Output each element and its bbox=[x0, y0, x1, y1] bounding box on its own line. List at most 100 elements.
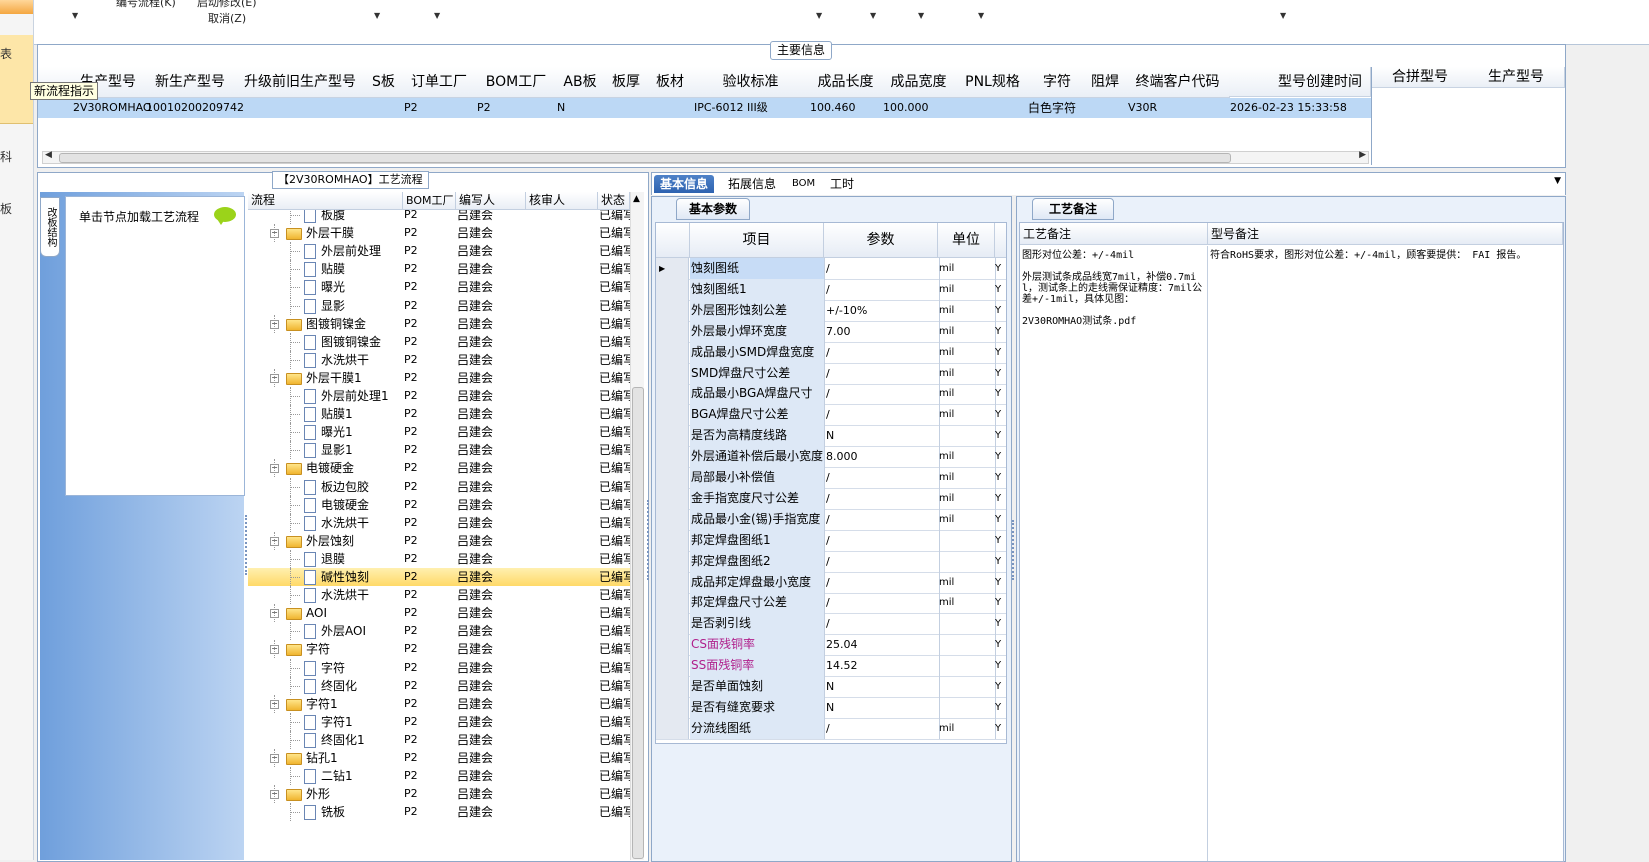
row-selector-icon[interactable] bbox=[656, 634, 689, 656]
structure-side-tab[interactable]: 改板结构 bbox=[40, 197, 60, 257]
cell-customer-code[interactable]: V30R bbox=[1128, 98, 1157, 118]
param-value[interactable]: N bbox=[824, 696, 940, 718]
tree-row[interactable]: 贴膜 P2 吕建会 已编写 bbox=[248, 260, 630, 279]
row-selector-icon[interactable] bbox=[656, 487, 689, 509]
model-note-text[interactable]: 符合RoHS要求，图形对位公差：+/-4mil，顾客要提供： FAI 报告。 bbox=[1208, 246, 1563, 861]
tree-row[interactable]: − 字符1 P2 吕建会 已编写 bbox=[248, 694, 630, 713]
tree-row[interactable]: − 电镀硬金 P2 吕建会 已编写 bbox=[248, 459, 630, 478]
col-header[interactable]: 字符 bbox=[1030, 67, 1085, 98]
row-selector-icon[interactable] bbox=[656, 299, 689, 321]
tree-row[interactable]: 终固化 P2 吕建会 已编写 bbox=[248, 676, 630, 695]
dropdown-arrow-icon[interactable]: ▼ bbox=[816, 11, 822, 20]
tree-row[interactable]: 字符1 P2 吕建会 已编写 bbox=[248, 712, 630, 731]
col-header[interactable]: 单位 bbox=[938, 223, 995, 258]
tree-row[interactable]: 外层前处理 P2 吕建会 已编写 bbox=[248, 242, 630, 261]
col-header[interactable]: 型号备注 bbox=[1208, 223, 1563, 245]
param-value[interactable]: N bbox=[824, 425, 940, 447]
tree-row[interactable]: 二钻1 P2 吕建会 已编写 bbox=[248, 767, 630, 786]
param-row[interactable]: 分流线图纸 / mil Y bbox=[656, 717, 1006, 740]
col-header[interactable]: 订单工厂 bbox=[402, 67, 477, 98]
col-header[interactable]: PNL规格 bbox=[955, 67, 1031, 98]
row-selector-icon[interactable] bbox=[656, 676, 689, 697]
param-row[interactable]: 邦定焊盘图纸2/ Y bbox=[656, 550, 1006, 573]
col-header[interactable]: 项目 bbox=[690, 223, 824, 258]
param-row[interactable]: CS面残铜率 25.04 Y bbox=[656, 634, 1006, 657]
param-row[interactable]: ▶ 蚀刻图纸 / mil Y bbox=[656, 258, 1006, 280]
menu-start-modify[interactable]: 启动修改(E) bbox=[197, 0, 257, 10]
col-header[interactable]: 编写人 bbox=[456, 192, 526, 209]
cell-char[interactable]: 白色字符 bbox=[1028, 98, 1076, 118]
basic-params-title[interactable]: 基本参数 bbox=[676, 198, 750, 220]
param-row[interactable]: 蚀刻图纸1/mil Y bbox=[656, 278, 1006, 301]
param-value[interactable]: / bbox=[824, 341, 940, 363]
param-value[interactable]: N bbox=[824, 676, 940, 697]
param-row[interactable]: 是否有缝宽要求 N Y bbox=[656, 696, 1006, 719]
param-row[interactable]: 是否为高精度线路 N Y bbox=[656, 425, 1006, 448]
col-header[interactable]: 流程 bbox=[248, 192, 403, 209]
scroll-thumb[interactable] bbox=[59, 153, 1231, 163]
tree-row[interactable]: 终固化1 P2 吕建会 已编写 bbox=[248, 730, 630, 749]
row-selector-icon[interactable] bbox=[656, 613, 689, 635]
row-selector-icon[interactable] bbox=[656, 529, 689, 551]
param-row[interactable]: 邦定焊盘尺寸公差 / mil Y bbox=[656, 592, 1006, 615]
cell-created[interactable]: 2026-02-23 15:33:58 bbox=[1230, 98, 1347, 118]
param-value[interactable]: / bbox=[824, 550, 940, 572]
nav-item-label[interactable]: 表 bbox=[0, 45, 12, 62]
cell-standard[interactable]: IPC-6012 III级 bbox=[694, 98, 768, 118]
col-header[interactable]: 成品宽度 bbox=[882, 67, 956, 98]
tree-row[interactable]: 退膜 P2 吕建会 已编写 bbox=[248, 549, 630, 568]
param-value[interactable]: / bbox=[824, 508, 940, 530]
col-header[interactable]: 成品长度 bbox=[809, 67, 883, 98]
process-notes-title[interactable]: 工艺备注 bbox=[1032, 198, 1114, 220]
param-value[interactable]: 25.04 bbox=[824, 634, 940, 656]
param-row[interactable]: SS面残铜率 14.52 Y bbox=[656, 655, 1006, 678]
col-header[interactable]: S板 bbox=[365, 67, 403, 98]
tree-row[interactable]: 曝光 P2 吕建会 已编写 bbox=[248, 278, 630, 297]
cell-order-factory[interactable]: P2 bbox=[404, 98, 418, 118]
table-row[interactable]: 2V30ROMHAO 10010200209742 P2 P2 N IPC-60… bbox=[38, 98, 1371, 118]
scroll-up-icon[interactable]: ▲ bbox=[633, 194, 640, 204]
tree-row[interactable]: 显影 P2 吕建会 已编写 bbox=[248, 296, 630, 315]
param-value[interactable]: / bbox=[824, 404, 940, 426]
tree-row[interactable]: − 外层蚀刻 P2 吕建会 已编写 bbox=[248, 531, 630, 550]
param-row[interactable]: 成品最小金(锡)手指宽度 / mil Y bbox=[656, 508, 1006, 531]
param-row[interactable]: 是否单面蚀刻 N Y bbox=[656, 676, 1006, 698]
row-selector-icon[interactable] bbox=[656, 467, 689, 488]
param-value[interactable]: 7.00 bbox=[824, 320, 940, 342]
tree-row[interactable]: 字符 P2 吕建会 已编写 bbox=[248, 658, 630, 677]
row-selector-icon[interactable] bbox=[656, 278, 689, 300]
tree-row[interactable]: 板腹 P2 吕建会 已编写 bbox=[248, 210, 630, 224]
dropdown-arrow-icon[interactable]: ▼ bbox=[1280, 11, 1286, 20]
param-value[interactable]: / bbox=[824, 487, 940, 509]
tree-row[interactable]: − 外形 P2 吕建会 已编写 bbox=[248, 785, 630, 804]
structure-node-area[interactable]: 单击节点加载工艺流程 bbox=[65, 196, 245, 496]
tree-row[interactable]: 图镀铜镍金 P2 吕建会 已编写 bbox=[248, 332, 630, 351]
cell-ab-board[interactable]: N bbox=[557, 98, 565, 118]
tree-row[interactable]: 水洗烘干 P2 吕建会 已编写 bbox=[248, 513, 630, 532]
tabs-menu-arrow-icon[interactable]: ▼ bbox=[1554, 176, 1561, 186]
param-value[interactable]: / bbox=[824, 613, 940, 635]
param-value[interactable]: / bbox=[824, 362, 940, 384]
tab-work-hours[interactable]: 工时 bbox=[824, 175, 860, 193]
nav-item-label[interactable]: 科 bbox=[0, 148, 12, 165]
dropdown-arrow-icon[interactable]: ▼ bbox=[918, 11, 924, 20]
col-header[interactable]: 板厚 bbox=[604, 67, 649, 98]
tree-row[interactable]: 水洗烘干 P2 吕建会 已编写 bbox=[248, 586, 630, 605]
tree-row[interactable]: 显影1 P2 吕建会 已编写 bbox=[248, 441, 630, 460]
col-header[interactable]: 升级前旧生产型号 bbox=[235, 67, 366, 98]
cell-width[interactable]: 100.000 bbox=[883, 98, 929, 118]
tree-row[interactable]: − 钻孔1 P2 吕建会 已编写 bbox=[248, 749, 630, 767]
col-header[interactable]: 新生产型号 bbox=[145, 67, 236, 98]
col-header[interactable]: AB板 bbox=[556, 67, 605, 98]
cell-length[interactable]: 100.460 bbox=[810, 98, 856, 118]
param-row[interactable]: SMD焊盘尺寸公差 / mil Y bbox=[656, 362, 1006, 385]
param-value[interactable]: / bbox=[824, 592, 940, 614]
param-row[interactable]: 外层最小焊环宽度 7.00 mil Y bbox=[656, 320, 1006, 343]
tab-basic-info[interactable]: 基本信息 bbox=[654, 175, 715, 193]
cell-model[interactable]: 2V30ROMHAO bbox=[73, 98, 152, 118]
param-row[interactable]: 金手指宽度尺寸公差 / mil Y bbox=[656, 487, 1006, 510]
param-value[interactable]: / bbox=[824, 258, 940, 279]
row-selector-icon[interactable] bbox=[656, 696, 689, 718]
row-selector-icon[interactable] bbox=[656, 592, 689, 614]
scroll-thumb[interactable] bbox=[632, 387, 644, 859]
